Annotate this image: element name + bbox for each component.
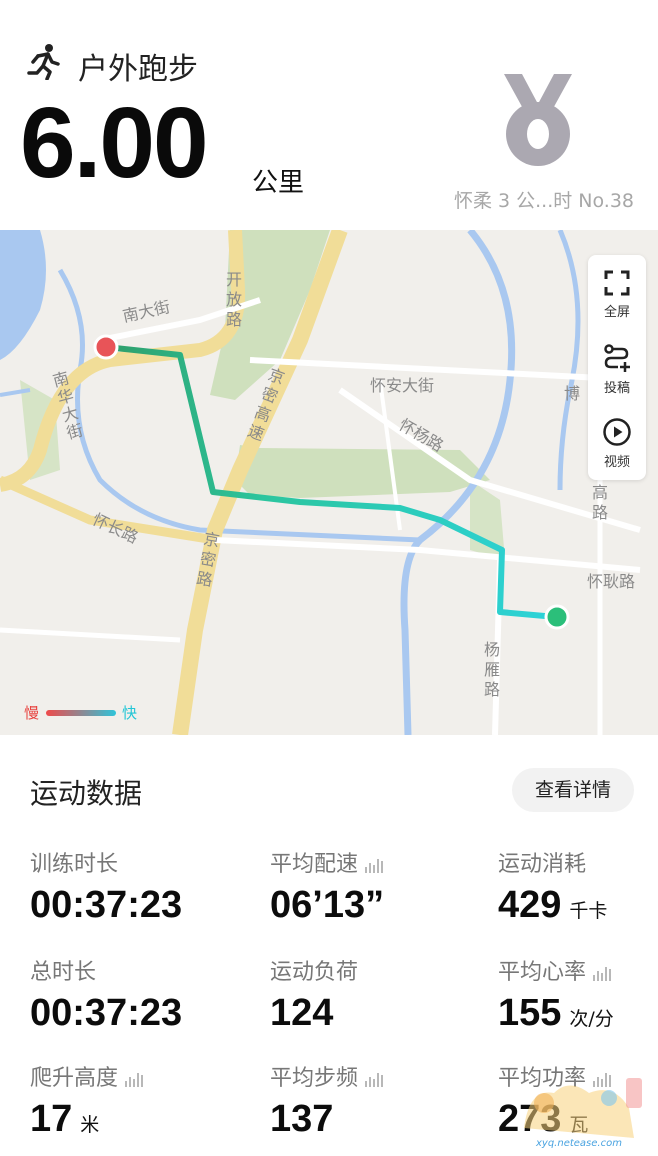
stat-value-row: 00:37:23 xyxy=(30,992,182,1035)
stat-label-text: 平均心率 xyxy=(498,960,587,985)
legend-slow: 慢 xyxy=(24,704,40,722)
minor-road xyxy=(0,627,181,643)
stat-item[interactable]: 平均心率 155 次/分 xyxy=(498,954,614,1035)
map-label: 怀耿路 xyxy=(587,572,636,591)
medal-caption[interactable]: 怀柔 3 公...时 No.38 xyxy=(454,186,634,213)
map-label: 怀安大街 xyxy=(370,376,435,395)
watermark-text: xyq.netease.com xyxy=(536,1138,622,1149)
stat-value-row: 124 xyxy=(270,992,358,1035)
trend-chart-icon xyxy=(365,859,384,873)
play-circle-icon xyxy=(603,418,631,446)
stat-label-text: 平均配速 xyxy=(270,852,359,877)
trend-chart-icon xyxy=(365,1073,384,1087)
stat-item[interactable]: 训练时长 00:37:23 xyxy=(30,846,182,927)
map-label: 博 xyxy=(564,384,581,403)
stat-label-text: 运动负荷 xyxy=(270,960,359,985)
stat-label: 训练时长 xyxy=(30,846,182,878)
route-post-icon xyxy=(604,344,630,372)
legend-fast: 快 xyxy=(122,704,138,722)
stat-unit: 米 xyxy=(80,1114,100,1136)
stat-label: 爬升高度 xyxy=(30,1060,146,1092)
trend-chart-icon xyxy=(593,967,612,981)
stat-item[interactable]: 平均配速 06’13” xyxy=(270,846,386,927)
running-icon xyxy=(27,44,60,80)
post-button[interactable]: 投稿 xyxy=(588,343,646,396)
minor-road xyxy=(214,537,641,573)
distance-unit: 公里 xyxy=(252,168,305,198)
watermark-logo xyxy=(524,1078,642,1138)
route-map[interactable]: 南大街 开放路 南华大街 京密高速 怀安大街 怀杨路 怀长路 京密路 博 高路 … xyxy=(0,230,658,735)
stat-label: 运动消耗 xyxy=(498,846,607,878)
stat-unit: 次/分 xyxy=(569,1008,614,1030)
stat-value: 06’13” xyxy=(270,884,385,926)
stat-value: 17 xyxy=(30,1098,73,1140)
start-marker xyxy=(93,334,119,360)
video-button[interactable]: 视频 xyxy=(588,417,646,470)
stat-label: 运动负荷 xyxy=(270,954,358,986)
minor-road xyxy=(249,357,641,383)
post-label: 投稿 xyxy=(603,381,630,396)
stat-label-text: 爬升高度 xyxy=(30,1066,119,1091)
stat-value-row: 155 次/分 xyxy=(498,992,614,1035)
view-details-button[interactable]: 查看详情 xyxy=(512,768,634,812)
stat-unit: 千卡 xyxy=(569,900,608,922)
stat-label-text: 平均步频 xyxy=(270,1066,359,1091)
end-marker xyxy=(544,604,570,630)
stat-item[interactable]: 总时长 00:37:23 xyxy=(30,954,182,1035)
stat-value-row: 137 xyxy=(270,1098,386,1141)
stat-value: 155 xyxy=(498,992,562,1034)
workout-header: 户外跑步 6.00 公里 怀柔 3 公...时 No.38 xyxy=(0,0,658,230)
stat-value-row: 429 千卡 xyxy=(498,884,607,927)
stat-value-row: 00:37:23 xyxy=(30,884,182,927)
section-title: 运动数据 xyxy=(30,777,143,810)
stat-label-text: 训练时长 xyxy=(30,852,119,877)
distance-value: 6.00 xyxy=(20,87,209,199)
stat-label-text: 总时长 xyxy=(30,960,97,985)
map-label: 开放路 xyxy=(226,270,243,329)
stat-label-text: 运动消耗 xyxy=(498,852,587,877)
map-toolbar: 全屏 投稿 视频 xyxy=(588,255,646,480)
medal-icon[interactable] xyxy=(500,70,576,170)
stat-item[interactable]: 平均步频 137 xyxy=(270,1060,386,1141)
lake xyxy=(0,230,46,360)
stat-label: 平均步频 xyxy=(270,1060,386,1092)
stat-value-row: 06’13” xyxy=(270,884,386,927)
map-canvas xyxy=(0,230,641,735)
stat-value: 124 xyxy=(270,992,334,1034)
stat-label: 总时长 xyxy=(30,954,182,986)
stat-value: 00:37:23 xyxy=(30,992,183,1034)
fullscreen-label: 全屏 xyxy=(603,305,630,320)
fullscreen-icon xyxy=(604,270,630,296)
stat-item[interactable]: 爬升高度 17 米 xyxy=(30,1060,146,1141)
stat-label: 平均心率 xyxy=(498,954,614,986)
stat-label: 平均配速 xyxy=(270,846,386,878)
stat-value-row: 17 米 xyxy=(30,1098,146,1141)
trend-chart-icon xyxy=(125,1073,144,1087)
legend-gradient-bar xyxy=(46,710,116,716)
video-label: 视频 xyxy=(603,455,630,470)
stat-value: 00:37:23 xyxy=(30,884,183,926)
map-label: 杨雁路 xyxy=(484,640,501,699)
stat-value: 137 xyxy=(270,1098,334,1140)
activity-type: 户外跑步 xyxy=(78,52,198,87)
stat-value: 429 xyxy=(498,884,562,926)
stat-item[interactable]: 运动负荷 124 xyxy=(270,954,358,1035)
fullscreen-button[interactable]: 全屏 xyxy=(588,269,646,320)
park-area xyxy=(235,445,490,498)
map-label: 高路 xyxy=(592,483,609,522)
river xyxy=(557,230,581,491)
stat-item[interactable]: 运动消耗 429 千卡 xyxy=(498,846,607,927)
